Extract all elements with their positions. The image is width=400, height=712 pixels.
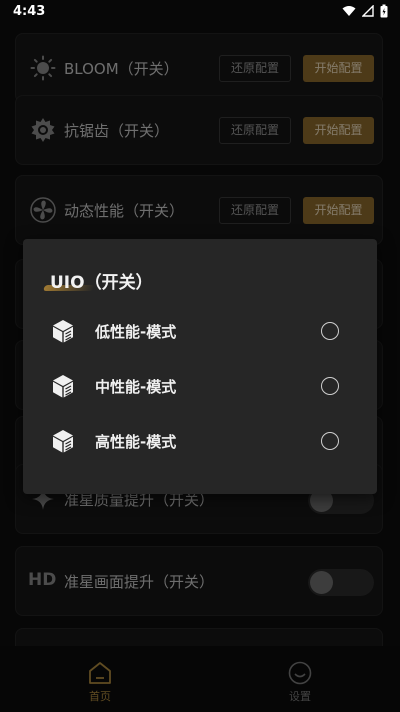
status-time: 4:43 — [13, 4, 46, 19]
status-icons — [342, 4, 388, 18]
bottom-nav-shade — [0, 646, 400, 712]
option-radio[interactable] — [321, 377, 339, 395]
battery-icon — [380, 4, 388, 18]
wifi-icon — [342, 6, 356, 16]
option-mid-performance[interactable]: 中性能-模式 — [23, 366, 377, 406]
dialog-title: UIO（开关） — [50, 273, 153, 293]
option-high-performance[interactable]: 高性能-模式 — [23, 421, 377, 461]
cube-icon — [53, 375, 73, 398]
option-label: 高性能-模式 — [95, 433, 177, 451]
option-label: 低性能-模式 — [95, 323, 177, 341]
option-radio[interactable] — [321, 432, 339, 450]
bottom-nav: 首页 设置 — [0, 646, 400, 712]
option-radio[interactable] — [321, 322, 339, 340]
cube-icon — [53, 320, 73, 343]
signal-icon — [362, 5, 374, 17]
option-low-performance[interactable]: 低性能-模式 — [23, 311, 377, 351]
status-bar: 4:43 — [0, 0, 400, 24]
uio-dialog: UIO（开关） 低性能-模式 中性能-模式 高性能-模式 — [23, 239, 377, 494]
cube-icon — [53, 430, 73, 453]
option-label: 中性能-模式 — [95, 378, 177, 396]
